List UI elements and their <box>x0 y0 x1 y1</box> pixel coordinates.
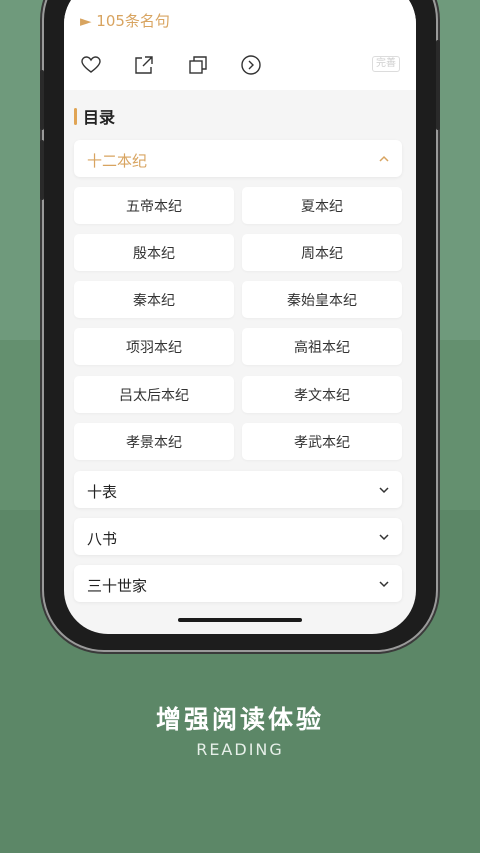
phone-side-button <box>436 40 440 130</box>
chevron-up-icon <box>379 155 389 162</box>
chevron-down-icon <box>379 534 389 541</box>
chapter-item[interactable]: 殷本纪 <box>74 234 234 271</box>
chapter-item[interactable]: 秦本纪 <box>74 281 234 318</box>
category-header-biao[interactable]: 十表 <box>74 471 402 508</box>
chapter-item[interactable]: 周本纪 <box>242 234 402 271</box>
chapter-item[interactable]: 高祖本纪 <box>242 328 402 365</box>
chapter-item[interactable]: 吕太后本纪 <box>74 376 234 413</box>
category-header-shijia[interactable]: 三十世家 <box>74 565 402 602</box>
chapter-item[interactable]: 孝文本纪 <box>242 376 402 413</box>
chevron-down-icon <box>379 487 389 494</box>
next-icon[interactable] <box>240 54 262 76</box>
detail-header-card: ► 105条名句 完善 <box>64 0 416 90</box>
action-icon-row: 完善 <box>80 54 400 80</box>
famous-quotes-link[interactable]: ► 105条名句 <box>80 10 170 31</box>
chapter-item[interactable]: 秦始皇本纪 <box>242 281 402 318</box>
toc-heading-accent-bar <box>74 107 77 125</box>
copy-icon[interactable] <box>187 54 209 76</box>
category-label: 十二本纪 <box>87 152 148 170</box>
category-header-benji[interactable]: 十二本纪 <box>74 140 402 177</box>
chapter-item[interactable]: 项羽本纪 <box>74 328 234 365</box>
promo-subtitle: READING <box>196 740 284 759</box>
category-label: 三十世家 <box>87 577 148 595</box>
category-header-shu[interactable]: 八书 <box>74 518 402 555</box>
toc-heading: 目录 <box>74 106 116 127</box>
chapter-item[interactable]: 夏本纪 <box>242 187 402 224</box>
phone-screen: ► 105条名句 完善 目录 十二本纪 五帝本纪 夏本纪 殷本纪 周本纪 秦本纪… <box>64 0 416 634</box>
chevron-down-icon <box>379 581 389 588</box>
toc-title: 目录 <box>83 108 116 127</box>
phone-side-button <box>40 70 44 130</box>
complete-badge[interactable]: 完善 <box>372 56 400 72</box>
chapter-item[interactable]: 五帝本纪 <box>74 187 234 224</box>
phone-side-button <box>40 140 44 200</box>
category-label: 十表 <box>87 483 118 501</box>
share-icon[interactable] <box>133 54 155 76</box>
promo-title: 增强阅读体验 <box>155 705 324 734</box>
home-indicator[interactable] <box>178 618 302 622</box>
heart-icon[interactable] <box>80 54 102 76</box>
chapter-item[interactable]: 孝武本纪 <box>242 423 402 460</box>
chapter-item[interactable]: 孝景本纪 <box>74 423 234 460</box>
category-label: 八书 <box>87 530 118 548</box>
